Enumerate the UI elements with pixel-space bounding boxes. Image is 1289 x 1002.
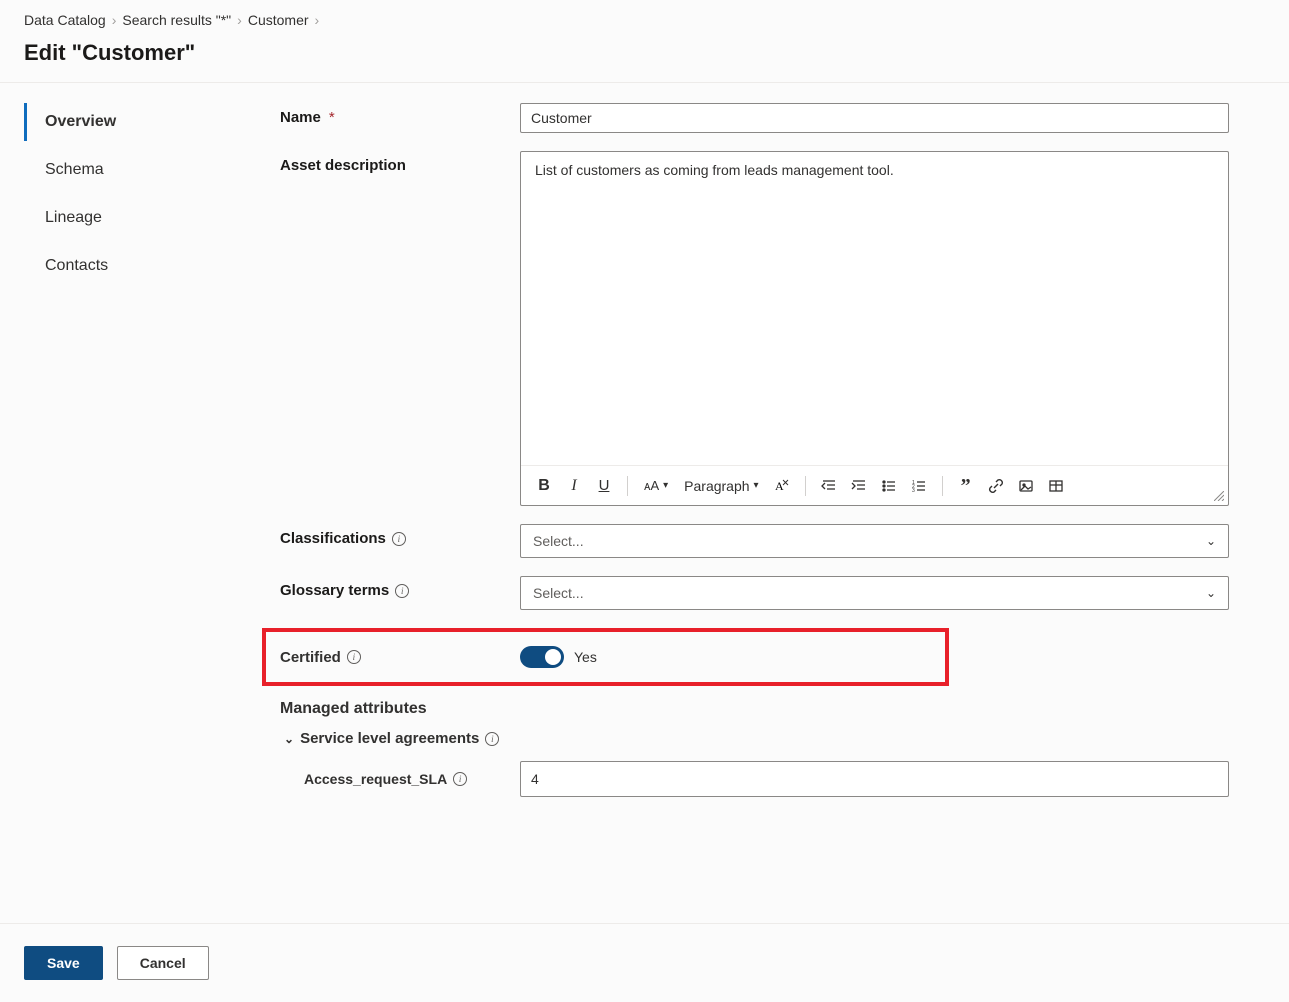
svg-text:3: 3 [912,488,915,494]
name-input[interactable] [520,103,1229,133]
breadcrumb-item-search-results[interactable]: Search results "*" [122,12,231,28]
underline-icon[interactable]: U [591,472,617,500]
sidebar-item-contacts[interactable]: Contacts [24,247,250,285]
link-icon[interactable] [983,472,1009,500]
info-icon: i [392,532,406,546]
glossary-terms-placeholder: Select... [533,585,584,601]
classifications-select[interactable]: Select... ⌄ [520,524,1229,558]
info-icon: i [453,772,467,786]
resize-handle-icon[interactable] [1214,491,1226,503]
toggle-knob [545,649,561,665]
chevron-down-icon: ⌄ [1206,586,1216,600]
decrease-indent-icon[interactable] [816,472,842,500]
richtext-toolbar: B I U ᴀA ▾ Paragraph ▾ A [521,465,1228,505]
certified-highlight: Certified i Yes [262,628,949,686]
clear-formatting-icon[interactable]: A [769,472,795,500]
attribute-group-label: Service level agreements [300,730,479,747]
chevron-down-icon: ⌄ [1206,534,1216,548]
footer: Save Cancel [0,923,1289,1002]
chevron-down-icon: ▾ [754,480,759,491]
sidebar-item-schema[interactable]: Schema [24,151,250,189]
glossary-terms-select[interactable]: Select... ⌄ [520,576,1229,610]
font-size-icon: ᴀA [644,478,659,493]
asset-description-label: Asset description [280,151,520,174]
sidebar: Overview Schema Lineage Contacts [0,83,250,295]
bullet-list-icon[interactable] [876,472,902,500]
classifications-placeholder: Select... [533,533,584,549]
toolbar-separator [942,476,943,496]
toolbar-separator [627,476,628,496]
save-button[interactable]: Save [24,946,103,980]
quote-icon[interactable]: ” [953,472,979,500]
sidebar-item-overview[interactable]: Overview [24,103,250,141]
image-icon[interactable] [1013,472,1039,500]
chevron-down-icon: ⌄ [284,732,294,746]
sidebar-item-lineage[interactable]: Lineage [24,199,250,237]
paragraph-style-dropdown[interactable]: Paragraph ▾ [678,472,764,500]
cancel-button[interactable]: Cancel [117,946,209,980]
table-icon[interactable] [1043,472,1069,500]
managed-attributes-heading: Managed attributes [280,700,1229,718]
breadcrumb: Data Catalog › Search results "*" › Cust… [0,0,1289,36]
attribute-group-sla[interactable]: ⌄ Service level agreements i [284,730,1229,747]
toolbar-separator [805,476,806,496]
increase-indent-icon[interactable] [846,472,872,500]
certified-toggle[interactable] [520,646,564,668]
form: Name* Asset description List of customer… [250,83,1289,797]
access-request-sla-label: Access_request_SLA i [304,771,520,787]
chevron-down-icon: ▾ [663,480,668,491]
info-icon: i [395,584,409,598]
certified-label: Certified i [280,649,520,666]
info-icon: i [485,732,499,746]
bold-icon[interactable]: B [531,472,557,500]
chevron-right-icon: › [315,12,320,28]
breadcrumb-item-data-catalog[interactable]: Data Catalog [24,12,106,28]
name-label: Name* [280,103,520,126]
asset-description-textarea[interactable]: List of customers as coming from leads m… [521,152,1228,465]
access-request-sla-input[interactable] [520,761,1229,797]
font-size-dropdown[interactable]: ᴀA ▾ [638,472,674,500]
glossary-terms-label: Glossary terms i [280,576,520,599]
svg-text:A: A [775,479,784,493]
breadcrumb-item-customer[interactable]: Customer [248,12,309,28]
info-icon: i [347,650,361,664]
certified-value: Yes [574,649,597,665]
chevron-right-icon: › [237,12,242,28]
classifications-label: Classifications i [280,524,520,547]
required-asterisk: * [329,109,335,126]
italic-icon[interactable]: I [561,472,587,500]
chevron-right-icon: › [112,12,117,28]
asset-description-editor: List of customers as coming from leads m… [520,151,1229,506]
page-title: Edit "Customer" [0,36,1289,82]
numbered-list-icon[interactable]: 123 [906,472,932,500]
